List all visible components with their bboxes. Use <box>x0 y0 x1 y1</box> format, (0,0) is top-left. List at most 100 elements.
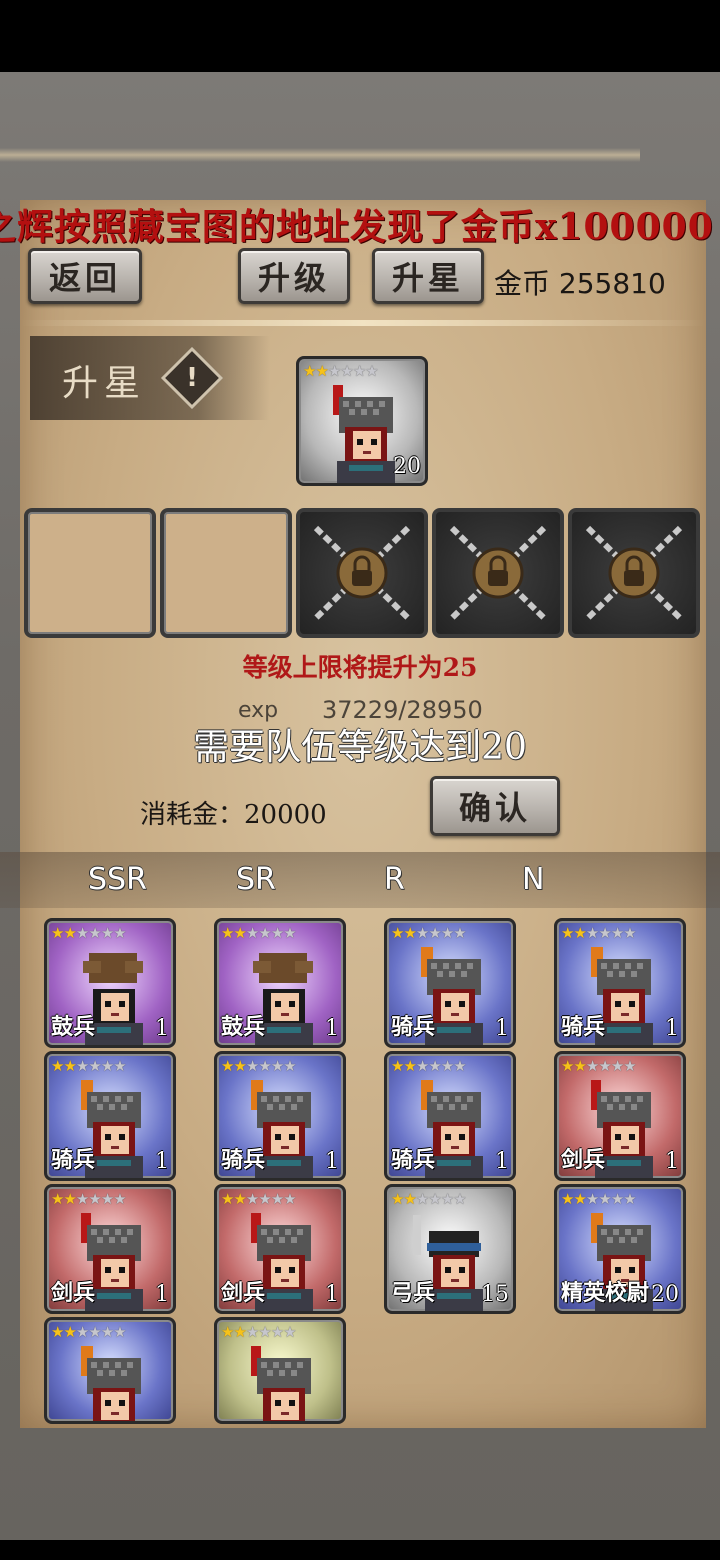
star-icon: ★ <box>283 924 296 942</box>
unit-card[interactable]: ★★★★★★ 剑兵 1 <box>554 1051 686 1181</box>
star-icon: ★ <box>403 924 416 942</box>
unit-card[interactable]: ★★★★★★ 弓兵 15 <box>384 1184 516 1314</box>
unit-card[interactable]: ★★★★★★ 精英校尉 20 <box>554 1184 686 1314</box>
star-icon: ★ <box>51 1057 64 1075</box>
unit-stars: ★★★★★★ <box>51 1190 127 1208</box>
cost-display: 消耗金：20000 <box>140 794 327 831</box>
unit-name: 剑兵 <box>221 1280 266 1306</box>
unit-name: 剑兵 <box>51 1280 96 1306</box>
chain-lock-icon <box>585 525 683 621</box>
locked-slot-2 <box>432 508 564 638</box>
star-icon: ★ <box>283 1190 296 1208</box>
star-icon: ★ <box>561 924 574 942</box>
unit-name: 骑兵 <box>391 1014 436 1040</box>
star-icon: ★ <box>270 924 284 942</box>
star-icon: ★ <box>63 1057 76 1075</box>
material-slot-2[interactable] <box>160 508 292 638</box>
star-icon: ★ <box>623 1057 636 1075</box>
star-icon: ★ <box>610 1190 624 1208</box>
unit-stars: ★★★★★★ <box>561 924 637 942</box>
star-up-button[interactable]: 升星 <box>372 248 484 304</box>
star-icon: ★ <box>75 924 89 942</box>
star-icon: ★ <box>113 1057 126 1075</box>
star-icon: ★ <box>610 1057 624 1075</box>
star-icon: ★ <box>561 1057 574 1075</box>
star-icon: ★ <box>221 1190 234 1208</box>
unit-card[interactable]: ★★★★★★ 剑兵 1 <box>214 1184 346 1314</box>
navigation-bar <box>0 1540 720 1560</box>
star-icon: ★ <box>221 1057 234 1075</box>
star-icon: ★ <box>428 924 441 942</box>
star-icon: ★ <box>88 1190 101 1208</box>
chain-lock-icon <box>313 525 411 621</box>
star-icon: ★ <box>303 362 316 380</box>
unit-stars: ★★★★★★ <box>391 1057 467 1075</box>
status-bar <box>0 0 720 72</box>
star-icon: ★ <box>365 362 378 380</box>
unit-stars: ★★★★★★ <box>51 924 127 942</box>
unit-stars: ★★★★★★ <box>391 1190 467 1208</box>
star-icon: ★ <box>573 1190 586 1208</box>
tab-n[interactable]: N <box>522 862 544 897</box>
back-button[interactable]: 返回 <box>28 248 142 304</box>
unit-level: 1 <box>325 1149 339 1174</box>
star-icon: ★ <box>391 1190 404 1208</box>
star-icon: ★ <box>623 924 636 942</box>
material-slot-1[interactable] <box>24 508 156 638</box>
star-icon: ★ <box>233 1323 246 1341</box>
unit-card[interactable]: ★★★★★★ 剑兵 1 <box>44 1184 176 1314</box>
unit-card[interactable]: ★★★★★★ 骑兵 1 <box>214 1051 346 1181</box>
upgrade-button[interactable]: 升级 <box>238 248 350 304</box>
unit-card[interactable]: ★★★★★★ 鼓兵 1 <box>44 918 176 1048</box>
tab-ssr[interactable]: SSR <box>88 862 147 897</box>
star-icon: ★ <box>100 1190 114 1208</box>
star-icon: ★ <box>415 924 429 942</box>
unit-level: 1 <box>495 1016 509 1041</box>
star-icon: ★ <box>453 1190 466 1208</box>
unit-card[interactable]: ★★★★★★ <box>44 1317 176 1424</box>
unit-card[interactable]: ★★★★★★ 骑兵 1 <box>384 918 516 1048</box>
star-icon: ★ <box>63 1190 76 1208</box>
star-icon: ★ <box>63 1323 76 1341</box>
star-icon: ★ <box>610 924 624 942</box>
unit-card[interactable]: ★★★★★★ <box>214 1317 346 1424</box>
unit-name: 骑兵 <box>561 1014 606 1040</box>
unit-stars: ★★★★★★ <box>221 1057 297 1075</box>
soldier-portrait-icon <box>81 1346 141 1421</box>
star-icon: ★ <box>391 924 404 942</box>
selected-hero-card[interactable]: ★★★★★★ 20 <box>296 356 428 486</box>
star-icon: ★ <box>245 924 259 942</box>
unit-card[interactable]: ★★★★★★ 骑兵 1 <box>384 1051 516 1181</box>
unit-level: 1 <box>155 1282 169 1307</box>
unit-stars: ★★★★★★ <box>561 1190 637 1208</box>
star-icon: ★ <box>100 1057 114 1075</box>
star-icon: ★ <box>428 1190 441 1208</box>
unit-card[interactable]: ★★★★★★ 骑兵 1 <box>44 1051 176 1181</box>
star-icon: ★ <box>340 362 353 380</box>
star-icon: ★ <box>245 1190 259 1208</box>
unit-level: 1 <box>665 1149 679 1174</box>
star-icon: ★ <box>113 1190 126 1208</box>
star-icon: ★ <box>233 1057 246 1075</box>
star-icon: ★ <box>258 1190 271 1208</box>
unit-name: 骑兵 <box>391 1147 436 1173</box>
unit-stars: ★★★★★★ <box>561 1057 637 1075</box>
star-icon: ★ <box>585 924 599 942</box>
tab-r[interactable]: R <box>384 862 405 897</box>
star-icon: ★ <box>245 1057 259 1075</box>
tab-sr[interactable]: SR <box>236 862 276 897</box>
star-icon: ★ <box>428 1057 441 1075</box>
unit-card[interactable]: ★★★★★★ 鼓兵 1 <box>214 918 346 1048</box>
star-icon: ★ <box>415 1190 429 1208</box>
unit-level: 1 <box>665 1016 679 1041</box>
unit-card[interactable]: ★★★★★★ 骑兵 1 <box>554 918 686 1048</box>
star-icon: ★ <box>88 1057 101 1075</box>
star-icon: ★ <box>113 924 126 942</box>
star-icon: ★ <box>113 1323 126 1341</box>
star-icon: ★ <box>561 1190 574 1208</box>
star-icon: ★ <box>283 1323 296 1341</box>
requirement-text: 需要队伍等级达到20 <box>193 727 527 768</box>
unit-name: 骑兵 <box>221 1147 266 1173</box>
locked-slot-3 <box>568 508 700 638</box>
confirm-button[interactable]: 确认 <box>430 776 560 836</box>
